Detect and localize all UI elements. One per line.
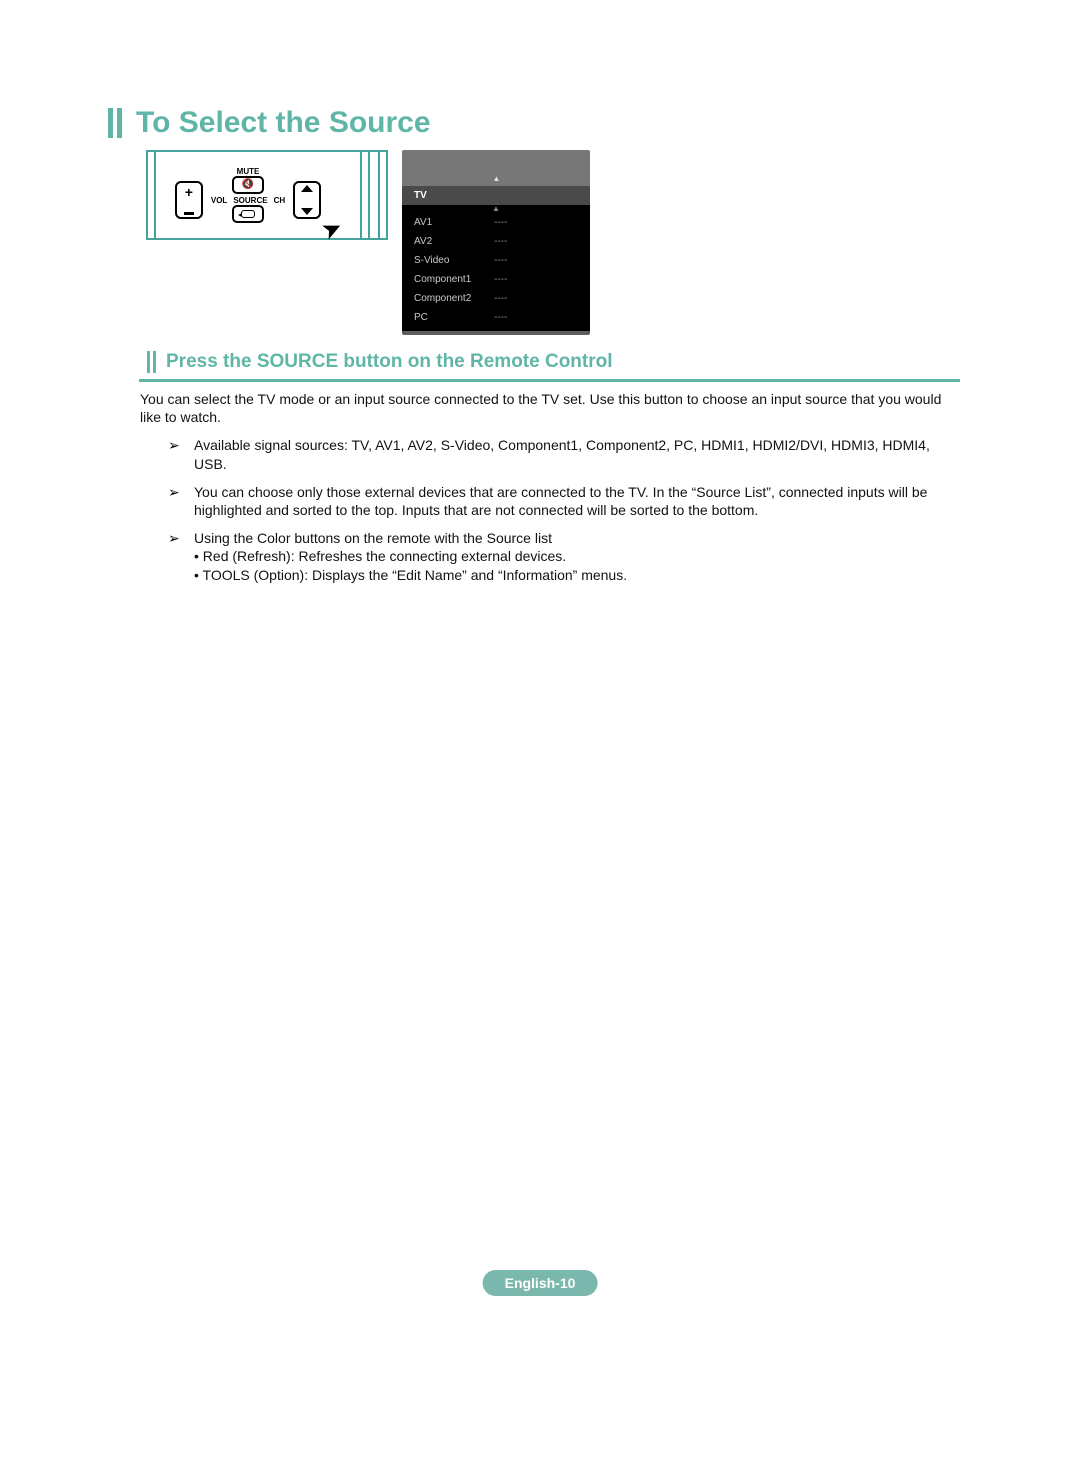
source-row: PC ---- [402,308,590,327]
source-icon [241,210,255,218]
scroll-mid-icon: ▲ [402,205,590,213]
source-value: ---- [494,255,507,266]
bullet-block: Using the Color buttons on the remote wi… [194,529,950,584]
source-value: ---- [494,217,507,228]
source-row: Component2 ---- [402,289,590,308]
osd-footer: Refresh TOOLS Option [402,331,590,335]
cursor-icon: ➤ [317,212,347,247]
bullet-arrow-icon: ➢ [168,483,182,519]
ch-column [293,171,321,219]
minus-icon [184,212,194,215]
bullet-text: Available signal sources: TV, AV1, AV2, … [194,436,950,472]
source-value: ---- [494,293,507,304]
sub-bullet: • Red (Refresh): Refreshes the connectin… [194,547,950,565]
vol-column: + [175,171,203,219]
plus-icon: + [185,185,193,199]
source-row: AV1 ---- [402,213,590,232]
subheading-underline [139,379,960,382]
vol-label: VOL [211,196,227,205]
source-label: SOURCE [233,196,267,205]
mute-button: 🔇 [232,176,264,194]
source-row: S-Video ---- [402,251,590,270]
page-title: To Select the Source [136,106,431,140]
source-name: AV2 [414,236,494,247]
scroll-up-icon: ▲ [402,150,590,183]
source-value: ---- [494,236,507,247]
source-button [232,205,264,223]
body-text: You can select the TV mode or an input s… [140,390,950,594]
bullet-arrow-icon: ➢ [168,529,182,584]
source-row: Component1 ---- [402,270,590,289]
source-value: ---- [494,312,507,323]
bullet-item: ➢ Available signal sources: TV, AV1, AV2… [168,436,950,472]
source-list-osd: ▲ TV ▲ AV1 ---- AV2 ---- S-Video ---- Co… [402,150,590,335]
intro-paragraph: You can select the TV mode or an input s… [140,390,950,426]
title-accent-bars [108,108,122,138]
source-name: Component1 [414,274,494,285]
bullet-lead: Using the Color buttons on the remote wi… [194,529,950,547]
mute-label: MUTE [237,167,260,176]
chevron-down-icon [301,208,313,215]
source-name: TV [414,190,494,201]
ch-label: CH [274,196,286,205]
source-name: S-Video [414,255,494,266]
page-number-badge: English-10 [483,1270,598,1296]
sub-bullet: • TOOLS (Option): Displays the “Edit Nam… [194,566,950,584]
bullet-text: You can choose only those external devic… [194,483,950,519]
middle-column: MUTE 🔇 VOL SOURCE CH [211,167,285,223]
bullet-item: ➢ You can choose only those external dev… [168,483,950,519]
source-value: ---- [494,274,507,285]
page: To Select the Source + MUTE 🔇 VOL SOUR [0,0,1080,1482]
source-row: AV2 ---- [402,232,590,251]
osd-header: ▲ [402,150,590,186]
source-row-tv: TV [402,186,590,205]
page-title-row: To Select the Source [108,106,431,140]
remote-center: + MUTE 🔇 VOL SOURCE CH [182,158,314,232]
source-name: PC [414,312,494,323]
subheading-row: Press the SOURCE button on the Remote Co… [147,351,960,382]
subheading-accent-bars [147,351,156,373]
volume-rocker: + [175,181,203,219]
chevron-up-icon [301,185,313,192]
bullet-arrow-icon: ➢ [168,436,182,472]
channel-rocker [293,181,321,219]
remote-diagram: + MUTE 🔇 VOL SOURCE CH [146,150,388,240]
mute-icon: 🔇 [242,180,254,190]
subheading: Press the SOURCE button on the Remote Co… [166,351,613,373]
source-name: AV1 [414,217,494,228]
bullet-item: ➢ Using the Color buttons on the remote … [168,529,950,584]
source-name: Component2 [414,293,494,304]
